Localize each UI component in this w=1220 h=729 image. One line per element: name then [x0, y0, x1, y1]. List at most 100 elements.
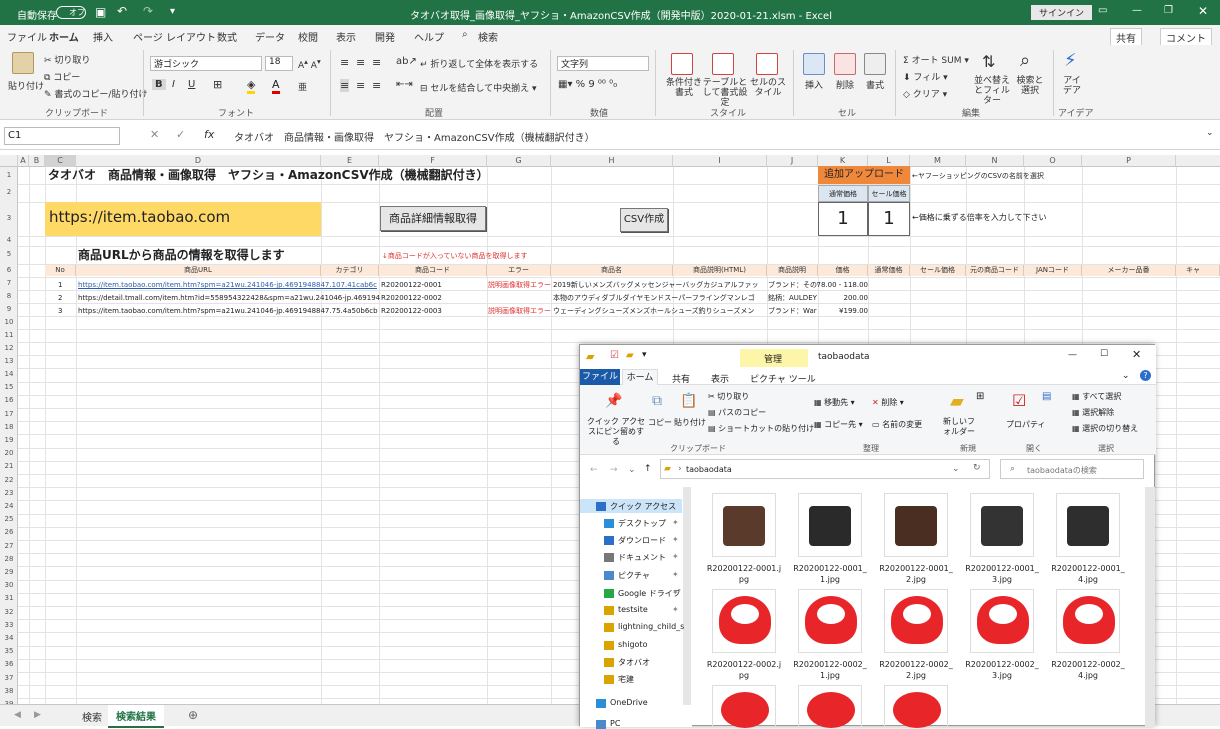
file-thumbnail[interactable]: [712, 589, 776, 653]
row-header[interactable]: 4: [0, 236, 18, 244]
file-name[interactable]: R20200122-0001_4.jpg: [1049, 563, 1127, 585]
nav-item-lightning-child[interactable]: lightning_child_s: [618, 622, 684, 631]
row-header[interactable]: 30: [0, 581, 18, 589]
nav-item-takken[interactable]: 宅建: [618, 674, 634, 685]
col-header[interactable]: C: [45, 155, 76, 167]
col-header[interactable]: A: [18, 155, 29, 167]
move-to-button[interactable]: ▦ 移動先 ▾: [814, 397, 855, 408]
conditional-format-icon[interactable]: [671, 53, 693, 75]
explorer-minimize-icon[interactable]: —: [1068, 350, 1077, 360]
select-none-button[interactable]: ▦ 選択解除: [1072, 407, 1114, 418]
number-format-icons[interactable]: ▦▾ % 9 ⁰⁰ ⁰₀: [558, 79, 617, 90]
file-thumbnail[interactable]: [1056, 589, 1120, 653]
address-dropdown-icon[interactable]: ⌄: [952, 464, 960, 474]
nav-item-onedrive[interactable]: OneDrive: [610, 698, 648, 707]
tab-file[interactable]: ファイル: [7, 29, 47, 44]
row-header[interactable]: 3: [0, 214, 18, 222]
up-icon[interactable]: ↑: [644, 464, 652, 474]
format-cells-icon[interactable]: [864, 53, 886, 75]
minimize-icon[interactable]: —: [1132, 5, 1142, 16]
sort-filter-icon[interactable]: ⇅: [982, 52, 995, 71]
restore-icon[interactable]: ❐: [1164, 5, 1173, 16]
file-thumbnail[interactable]: [884, 589, 948, 653]
nav-item-desktop[interactable]: デスクトップ: [618, 518, 666, 529]
nav-item-quick-access[interactable]: クイック アクセス: [610, 501, 676, 512]
align-right-icon[interactable]: ≡: [372, 79, 381, 92]
tab-help[interactable]: ヘルプ: [414, 29, 444, 44]
fill-button[interactable]: ⬇ フィル ▾: [903, 70, 948, 83]
row-header[interactable]: 1: [0, 171, 18, 179]
url-cell[interactable]: https://item.taobao.com: [45, 202, 321, 236]
explorer-close-icon[interactable]: ✕: [1132, 348, 1141, 361]
cell-style-icon[interactable]: [756, 53, 778, 75]
upload-cell[interactable]: 追加アップロード: [818, 166, 910, 184]
file-thumbnail[interactable]: [884, 685, 948, 728]
tab-data[interactable]: データ: [255, 29, 285, 44]
row-header[interactable]: 24: [0, 502, 18, 510]
prev-sheet-icon[interactable]: ◀: [14, 710, 21, 720]
file-name[interactable]: R20200122-0002_3.jpg: [963, 659, 1041, 681]
row-header[interactable]: 9: [0, 305, 18, 313]
nav-item-shigoto[interactable]: shigoto: [618, 640, 647, 649]
file-thumbnail[interactable]: [798, 493, 862, 557]
invert-selection-button[interactable]: ▦ 選択の切り替え: [1072, 423, 1138, 434]
ideas-button[interactable]: アイデア: [1062, 76, 1082, 96]
tab-insert[interactable]: 挿入: [93, 29, 113, 44]
ribbon-display-icon[interactable]: ▭: [1098, 5, 1107, 16]
row-header[interactable]: 33: [0, 621, 18, 629]
row-url[interactable]: https://detail.tmall.com/item.htm?id=558…: [78, 292, 380, 304]
signin-button[interactable]: サインイン: [1031, 5, 1093, 20]
table-format-icon[interactable]: [712, 53, 734, 75]
pin-icon[interactable]: 📌: [605, 393, 622, 409]
explorer-maximize-icon[interactable]: ☐: [1100, 349, 1108, 359]
tab-search[interactable]: 検索: [478, 29, 498, 44]
font-color-icon[interactable]: A: [272, 78, 280, 94]
expand-formula-icon[interactable]: ⌄: [1206, 128, 1214, 138]
col-header[interactable]: I: [673, 155, 767, 167]
file-name[interactable]: R20200122-0002_1.jpg: [791, 659, 869, 681]
explorer-tab-view[interactable]: 表示: [711, 372, 729, 385]
number-format-select[interactable]: 文字列: [557, 56, 649, 71]
align-left-icon[interactable]: ≡: [340, 79, 350, 92]
redo-icon[interactable]: ↷: [143, 4, 153, 18]
paste-button[interactable]: 貼り付け: [8, 79, 44, 92]
row-header[interactable]: 26: [0, 528, 18, 536]
row-header[interactable]: 6: [0, 266, 18, 274]
row-header[interactable]: 5: [0, 250, 18, 258]
file-thumbnail[interactable]: [798, 685, 862, 728]
tab-view[interactable]: 表示: [336, 29, 356, 44]
orientation-icon[interactable]: ab↗: [396, 56, 417, 67]
nav-item-pc[interactable]: PC: [610, 719, 620, 728]
nav-item-testsite[interactable]: testsite: [618, 605, 648, 614]
file-thumbnail[interactable]: [798, 589, 862, 653]
paste-icon[interactable]: 📋: [680, 393, 697, 409]
address-path[interactable]: taobaodata: [686, 465, 732, 474]
fill-color-icon[interactable]: ◈: [247, 78, 256, 94]
refresh-icon[interactable]: ↻: [973, 463, 981, 473]
insert-cells-icon[interactable]: [803, 53, 825, 75]
col-header[interactable]: E: [321, 155, 379, 167]
copy-icon[interactable]: ⧉: [652, 393, 662, 409]
copy-to-button[interactable]: ▦ コピー先 ▾: [814, 419, 863, 430]
cut-button[interactable]: ✂ 切り取り: [708, 391, 749, 402]
function-icon[interactable]: fx: [204, 128, 214, 141]
csv-create-button[interactable]: CSV作成: [620, 208, 668, 232]
grow-font-icon[interactable]: A▴ A▾: [298, 57, 321, 71]
align-center-icon[interactable]: ≡: [356, 79, 365, 92]
conditional-format-button[interactable]: 条件付き書式: [664, 78, 704, 98]
file-thumbnail[interactable]: [1056, 493, 1120, 557]
row-header[interactable]: 38: [0, 687, 18, 695]
insert-cells-button[interactable]: 挿入: [805, 78, 823, 91]
row-header[interactable]: 7: [0, 279, 18, 287]
file-thumbnail[interactable]: [884, 493, 948, 557]
col-header[interactable]: O: [1024, 155, 1082, 167]
tab-review[interactable]: 校閲: [298, 29, 318, 44]
col-header[interactable]: F: [379, 155, 487, 167]
table-format-button[interactable]: テーブルとして書式設定: [700, 78, 750, 108]
properties-quick-icon[interactable]: ☑: [610, 350, 619, 361]
font-name-select[interactable]: 游ゴシック: [150, 56, 262, 71]
align-bottom-icon[interactable]: ≡: [372, 56, 381, 69]
format-painter-button[interactable]: ✎ 書式のコピー/貼り付け: [44, 87, 147, 100]
col-header[interactable]: B: [29, 155, 45, 167]
merge-center-button[interactable]: ⊟ セルを結合して中央揃え ▾: [420, 81, 537, 94]
